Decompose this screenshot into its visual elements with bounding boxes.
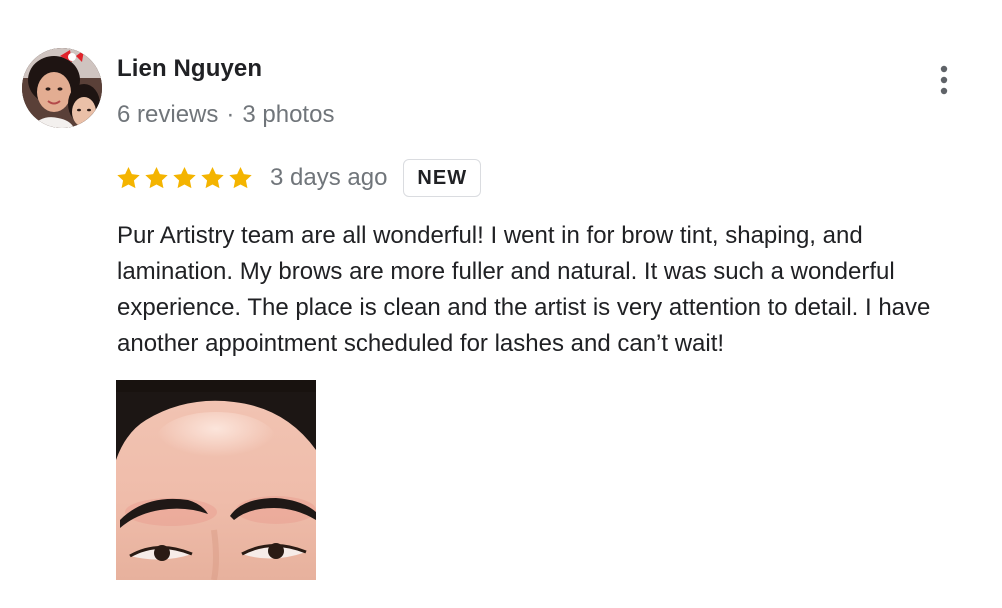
review-date: 3 days ago: [270, 164, 388, 191]
review-text-line: lamination. My brows are more fuller and…: [117, 258, 895, 285]
meta-separator: ·: [226, 101, 235, 128]
reviewer-meta[interactable]: 6 reviews · 3 photos: [117, 101, 334, 129]
new-badge: NEW: [403, 159, 482, 197]
star-icon: [173, 166, 196, 189]
star-icon: [229, 166, 252, 189]
review-count: 6 reviews: [117, 101, 219, 128]
review-text-line: experience. The place is clean and the a…: [117, 294, 931, 321]
review-photo-image: [116, 380, 316, 580]
star-icon: [201, 166, 224, 189]
review-text-line: Pur Artistry team are all wonderful! I w…: [117, 222, 863, 249]
photo-count: 3 photos: [242, 101, 335, 128]
reviewer-name[interactable]: Lien Nguyen: [117, 55, 262, 83]
reviewer-avatar[interactable]: [22, 48, 102, 128]
star-rating: [115, 165, 254, 191]
review-card: Lien Nguyen 6 reviews · 3 photos 3 days …: [0, 0, 1002, 608]
review-photo[interactable]: [116, 380, 316, 580]
review-text-line: another appointment scheduled for lashes…: [117, 330, 725, 357]
more-options-button[interactable]: [928, 62, 960, 98]
avatar-image: [22, 48, 102, 128]
star-icon: [145, 166, 168, 189]
more-vert-icon: [940, 65, 948, 95]
rating-row: 3 days ago NEW: [115, 157, 482, 199]
review-text: Pur Artistry team are all wonderful! I w…: [117, 218, 1002, 362]
star-icon: [117, 166, 140, 189]
